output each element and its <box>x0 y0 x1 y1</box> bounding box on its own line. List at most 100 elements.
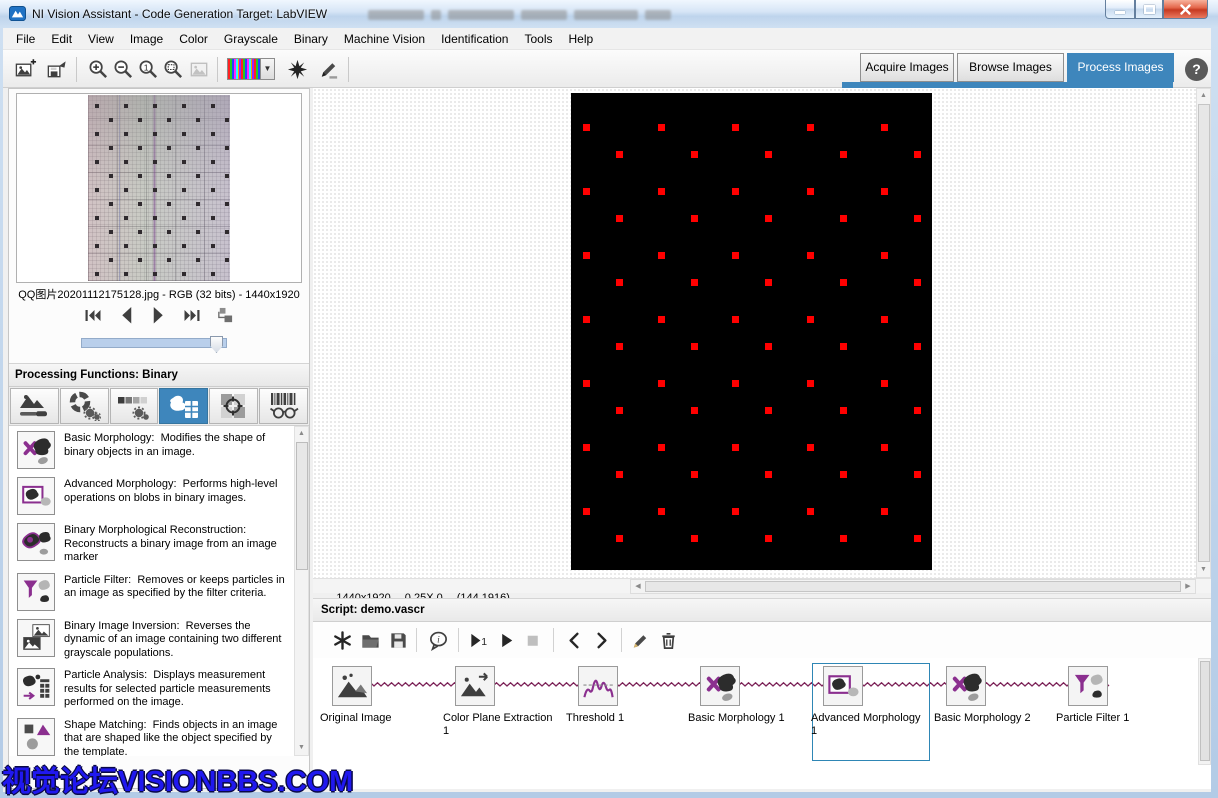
mode-button-browse-images[interactable]: Browse Images <box>957 53 1064 82</box>
step-icon-original-image[interactable] <box>332 666 372 706</box>
image-display-area[interactable] <box>313 88 1196 578</box>
last-image-button[interactable] <box>183 308 201 323</box>
step-icon-basic-morphology-2[interactable] <box>946 666 986 706</box>
function-item-basic-morphology[interactable]: Basic Morphology: Modifies the shape of … <box>9 426 309 472</box>
calibration-dot <box>765 535 772 542</box>
zoom-in-button[interactable] <box>85 57 112 82</box>
scroll-up-icon[interactable] <box>1197 89 1210 103</box>
scrollbar-thumb[interactable] <box>645 581 1181 592</box>
step-label[interactable]: Color Plane Extraction 1 <box>443 712 555 738</box>
zoom-1-1-button[interactable]: 1 <box>135 57 162 82</box>
annotate-button[interactable] <box>315 57 342 82</box>
function-item-binary-image-inversion[interactable]: Binary Image Inversion: Reverses the dyn… <box>9 614 309 664</box>
step-icon-particle-filter-1[interactable] <box>1068 666 1108 706</box>
minimize-button[interactable] <box>1105 0 1135 19</box>
function-description: Particle Filter: Removes or keeps partic… <box>64 573 289 611</box>
help-button[interactable]: ? <box>1185 58 1208 81</box>
save-script-button[interactable] <box>385 627 411 653</box>
palette-dropdown-arrow-icon[interactable] <box>261 58 275 80</box>
zoom-fit-button[interactable] <box>160 57 187 82</box>
scroll-down-icon[interactable] <box>295 741 308 755</box>
open-script-button[interactable] <box>357 627 383 653</box>
save-image-button[interactable] <box>43 57 70 82</box>
tab-grayscale[interactable] <box>110 388 159 424</box>
close-button[interactable] <box>1163 0 1208 19</box>
edit-step-button[interactable] <box>627 627 653 653</box>
step-label[interactable]: Basic Morphology 1 <box>688 712 800 725</box>
next-step-button[interactable] <box>588 627 614 653</box>
previous-image-button[interactable] <box>117 308 135 323</box>
performance-meter-button[interactable]: i <box>425 627 451 653</box>
function-description: Basic Morphology: Modifies the shape of … <box>64 431 289 469</box>
maximize-button[interactable] <box>1135 0 1163 19</box>
menu-item-file[interactable]: File <box>8 29 43 49</box>
first-image-button[interactable] <box>84 308 102 323</box>
step-label[interactable]: Threshold 1 <box>566 712 678 725</box>
step-icon-threshold-1[interactable] <box>578 666 618 706</box>
mode-button-process-images[interactable]: Process Images <box>1067 53 1174 82</box>
tab-color[interactable] <box>60 388 109 424</box>
function-item-particle-analysis[interactable]: Particle Analysis: Displays measurement … <box>9 663 309 713</box>
processing-functions-header: Processing Functions: Binary <box>9 363 309 387</box>
menu-item-view[interactable]: View <box>80 29 122 49</box>
calibration-dot <box>109 258 113 262</box>
tab-machine-vision[interactable] <box>209 388 258 424</box>
palette-dropdown[interactable] <box>227 58 261 80</box>
line-profile-button[interactable] <box>284 57 311 82</box>
step-label[interactable]: Original Image <box>320 712 432 725</box>
calibration-dot <box>95 272 99 276</box>
open-image-button[interactable] <box>12 57 39 82</box>
step-label[interactable]: Advanced Morphology 1 <box>811 712 923 738</box>
blurred-title-text <box>368 10 671 20</box>
step-label[interactable]: Particle Filter 1 <box>1056 712 1168 725</box>
function-item-particle-filter[interactable]: Particle Filter: Removes or keeps partic… <box>9 568 309 614</box>
run-script-button[interactable] <box>493 627 519 653</box>
canvas-vertical-scrollbar[interactable] <box>1196 88 1211 578</box>
step-label[interactable]: Basic Morphology 2 <box>934 712 1046 725</box>
menu-item-machine-vision[interactable]: Machine Vision <box>336 29 433 49</box>
slider-thumb[interactable] <box>210 336 223 353</box>
image-position-slider[interactable] <box>81 338 227 348</box>
scroll-right-icon[interactable] <box>1181 580 1195 593</box>
processed-binary-image[interactable] <box>571 93 932 570</box>
thumbnail-view-button[interactable] <box>216 308 234 323</box>
step-icon-advanced-morphology-1[interactable] <box>823 666 863 706</box>
menu-item-image[interactable]: Image <box>122 29 171 49</box>
function-item-shape-matching[interactable]: Shape Matching: Finds objects in an imag… <box>9 713 309 757</box>
script-scrollbar[interactable] <box>1198 658 1211 765</box>
tab-image[interactable] <box>10 388 59 424</box>
menu-item-help[interactable]: Help <box>561 29 602 49</box>
title-bar[interactable]: NI Vision Assistant - Code Generation Ta… <box>0 0 1218 28</box>
calibration-dot <box>616 535 623 542</box>
menu-item-tools[interactable]: Tools <box>516 29 560 49</box>
tab-binary[interactable] <box>159 388 208 424</box>
mode-button-acquire-images[interactable]: Acquire Images <box>860 53 954 82</box>
scroll-down-icon[interactable] <box>1197 563 1210 577</box>
image-thumbnail[interactable] <box>88 95 230 281</box>
run-once-button[interactable]: 1 <box>465 627 491 653</box>
previous-step-button[interactable] <box>561 627 587 653</box>
scrollbar-thumb[interactable] <box>1200 661 1210 761</box>
step-icon-color-plane-extraction-1[interactable] <box>455 666 495 706</box>
calibration-dot <box>616 151 623 158</box>
display-image-button-disabled <box>186 57 213 82</box>
scroll-left-icon[interactable] <box>631 580 645 593</box>
scroll-up-icon[interactable] <box>295 427 308 441</box>
scrollbar-thumb[interactable] <box>1198 104 1210 562</box>
function-list-scrollbar[interactable] <box>294 426 309 756</box>
menu-item-grayscale[interactable]: Grayscale <box>216 29 286 49</box>
function-item-binary-morphological-reconstruction[interactable]: Binary Morphological Reconstruction: Rec… <box>9 518 309 568</box>
menu-item-color[interactable]: Color <box>171 29 216 49</box>
new-script-button[interactable] <box>329 627 355 653</box>
zoom-out-button[interactable] <box>110 57 137 82</box>
scrollbar-thumb[interactable] <box>296 442 308 570</box>
delete-step-button[interactable] <box>655 627 681 653</box>
function-item-advanced-morphology[interactable]: Advanced Morphology: Performs high-level… <box>9 472 309 518</box>
tab-identification[interactable] <box>259 388 308 424</box>
step-icon-basic-morphology-1[interactable] <box>700 666 740 706</box>
menu-item-identification[interactable]: Identification <box>433 29 516 49</box>
menu-item-edit[interactable]: Edit <box>43 29 80 49</box>
menu-item-binary[interactable]: Binary <box>286 29 336 49</box>
next-image-button[interactable] <box>150 308 168 323</box>
canvas-horizontal-scrollbar[interactable] <box>630 579 1196 594</box>
